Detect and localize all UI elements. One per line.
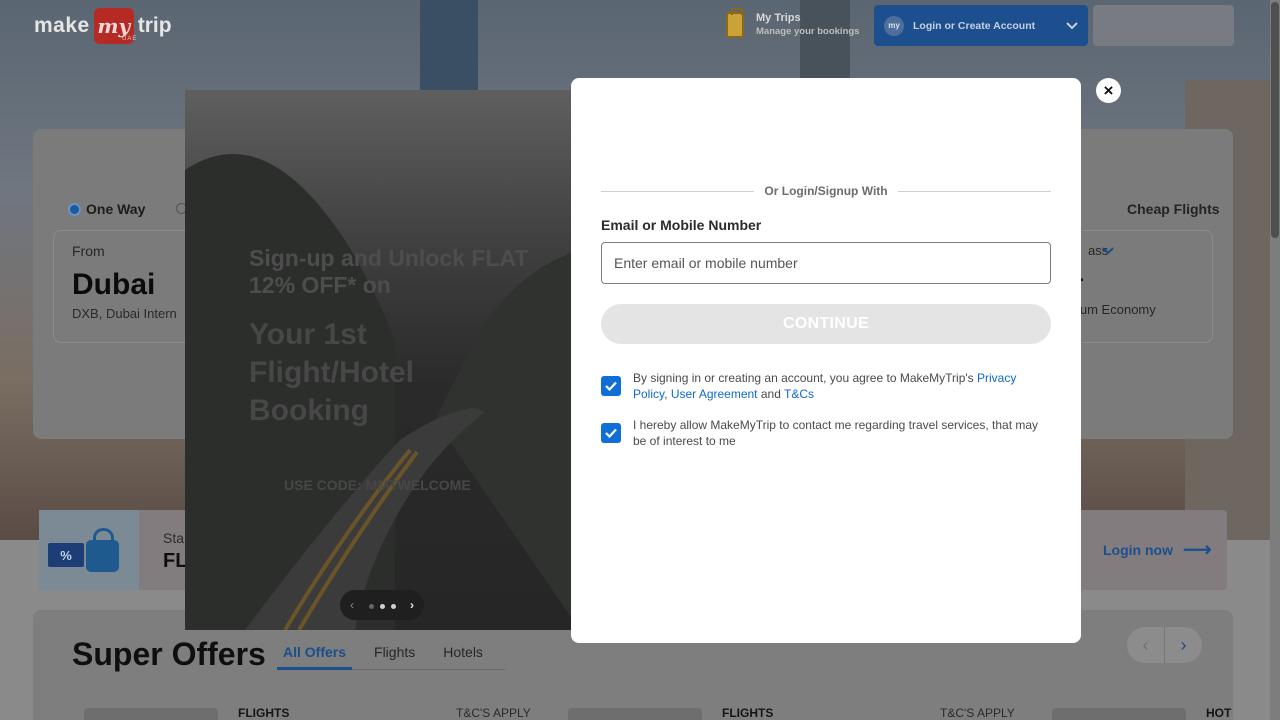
marketing-consent: I hereby allow MakeMyTrip to contact me …	[601, 417, 1051, 449]
logo-region: UAE	[122, 36, 138, 42]
radio-selected-icon	[68, 202, 81, 216]
offers-tabs: All Offers Flights Hotels	[277, 644, 505, 670]
arrow-right-icon: ⟶	[1182, 539, 1212, 561]
login-button-label: Login or Create Account	[913, 19, 1036, 32]
top-navigation: make my trip UAE My Trips Manage your bo…	[0, 0, 1280, 54]
check-icon	[605, 428, 617, 438]
terms-prefix: By signing in or creating an account, yo…	[633, 371, 978, 385]
divider-line	[601, 190, 755, 192]
terms-consent: By signing in or creating an account, yo…	[601, 370, 1051, 402]
my-trips-text: My Trips Manage your bookings	[756, 12, 859, 38]
promo-code: USE CODE: MMTWELCOME	[284, 477, 471, 493]
super-offers-title: Super Offers	[72, 636, 266, 672]
continue-button[interactable]: CONTINUE	[601, 304, 1051, 344]
offer-thumbnail[interactable]	[84, 708, 218, 720]
scrollbar-thumb[interactable]	[1271, 2, 1279, 238]
trip-type-one-way[interactable]: One Way	[68, 201, 145, 217]
promo-carousel-controls: ‹ ›	[340, 590, 424, 620]
promo-line-1: Sta	[163, 530, 185, 546]
chevron-right-icon[interactable]: ›	[410, 598, 414, 612]
one-way-label: One Way	[86, 201, 146, 217]
discount-ticket-icon: %	[48, 543, 84, 567]
promo-signup-text: Sign-up and Unlock FLAT 12% OFF* on	[249, 245, 529, 298]
close-modal-button[interactable]: ×	[1096, 78, 1121, 103]
carousel-dots	[366, 596, 399, 614]
divider-line	[897, 190, 1052, 192]
chevron-down-icon	[1066, 19, 1078, 33]
from-city[interactable]: Dubai	[72, 268, 155, 302]
offer-tnc: T&C'S APPLY	[940, 706, 1015, 720]
close-icon: ×	[1103, 80, 1114, 100]
offer-category: HOT	[1206, 706, 1232, 720]
marketing-checkbox[interactable]	[601, 423, 621, 443]
lock-icon	[86, 528, 119, 572]
my-trips-subtitle: Manage your bookings	[756, 26, 860, 37]
cheap-flights-label: Cheap Flights	[1127, 201, 1220, 217]
chevron-down-icon[interactable]	[1102, 243, 1114, 258]
promo-panel-text: Sign-up and Unlock FLAT 12% OFF* on Your…	[249, 245, 529, 430]
offer-thumbnail[interactable]	[1052, 708, 1186, 720]
my-trips-link[interactable]: My Trips Manage your bookings	[726, 8, 859, 38]
logo-make-text: make	[34, 14, 90, 37]
offer-category: FLIGHTS	[722, 706, 774, 720]
carousel-dot[interactable]	[390, 604, 396, 609]
tcs-link[interactable]: T&Cs	[784, 387, 814, 401]
offer-thumbnail[interactable]	[568, 708, 702, 720]
promo-headline: Your 1st Flight/Hotel Booking	[249, 318, 414, 427]
marketing-text: I hereby allow MakeMyTrip to contact me …	[633, 418, 1039, 448]
makemytrip-logo[interactable]: make my trip UAE	[34, 8, 172, 44]
mmt-avatar-icon: my	[884, 15, 904, 36]
login-or-create-account-button[interactable]: my Login or Create Account	[874, 5, 1088, 46]
terms-text: By signing in or creating an account, yo…	[633, 370, 1051, 402]
chevron-left-icon[interactable]: ‹	[350, 598, 354, 612]
signup-promo-panel: Sign-up and Unlock FLAT 12% OFF* on Your…	[185, 90, 580, 630]
carousel-dot[interactable]	[368, 604, 374, 609]
tab-all-offers[interactable]: All Offers	[277, 644, 353, 670]
promo-line-2: FL	[163, 550, 188, 572]
suitcase-icon	[726, 8, 744, 38]
user-agreement-link[interactable]: User Agreement	[671, 387, 758, 401]
login-divider: Or Login/Signup With	[601, 184, 1052, 198]
country-currency-selector[interactable]	[1093, 5, 1234, 46]
travel-class-value: ium Economy	[1077, 302, 1156, 317]
terms-comma: ,	[664, 387, 668, 401]
chevron-left-icon[interactable]: ‹	[1127, 627, 1165, 663]
login-now-label: Login now	[1103, 542, 1173, 558]
offers-carousel-nav: ‹ ›	[1127, 627, 1202, 663]
from-label: From	[72, 243, 105, 259]
offer-category: FLIGHTS	[238, 706, 290, 720]
terms-checkbox[interactable]	[601, 376, 621, 396]
email-field-label: Email or Mobile Number	[601, 217, 762, 233]
my-trips-title: My Trips	[756, 12, 801, 24]
terms-and: and	[757, 387, 785, 401]
offer-tnc: T&C'S APPLY	[456, 706, 531, 720]
carousel-dot[interactable]	[379, 604, 385, 609]
login-now-link[interactable]: Login now ⟶	[1103, 539, 1212, 561]
chevron-right-icon[interactable]: ›	[1165, 627, 1202, 663]
divider-label: Or Login/Signup With	[764, 184, 888, 198]
from-airport: DXB, Dubai Intern	[72, 306, 177, 321]
logo-trip-text: trip	[137, 14, 172, 37]
tab-hotels[interactable]: Hotels	[437, 644, 489, 670]
tab-flights[interactable]: Flights	[368, 644, 421, 670]
login-modal: Or Login/Signup With Email or Mobile Num…	[571, 78, 1081, 643]
check-icon	[605, 381, 617, 391]
email-or-mobile-input[interactable]	[601, 242, 1051, 284]
